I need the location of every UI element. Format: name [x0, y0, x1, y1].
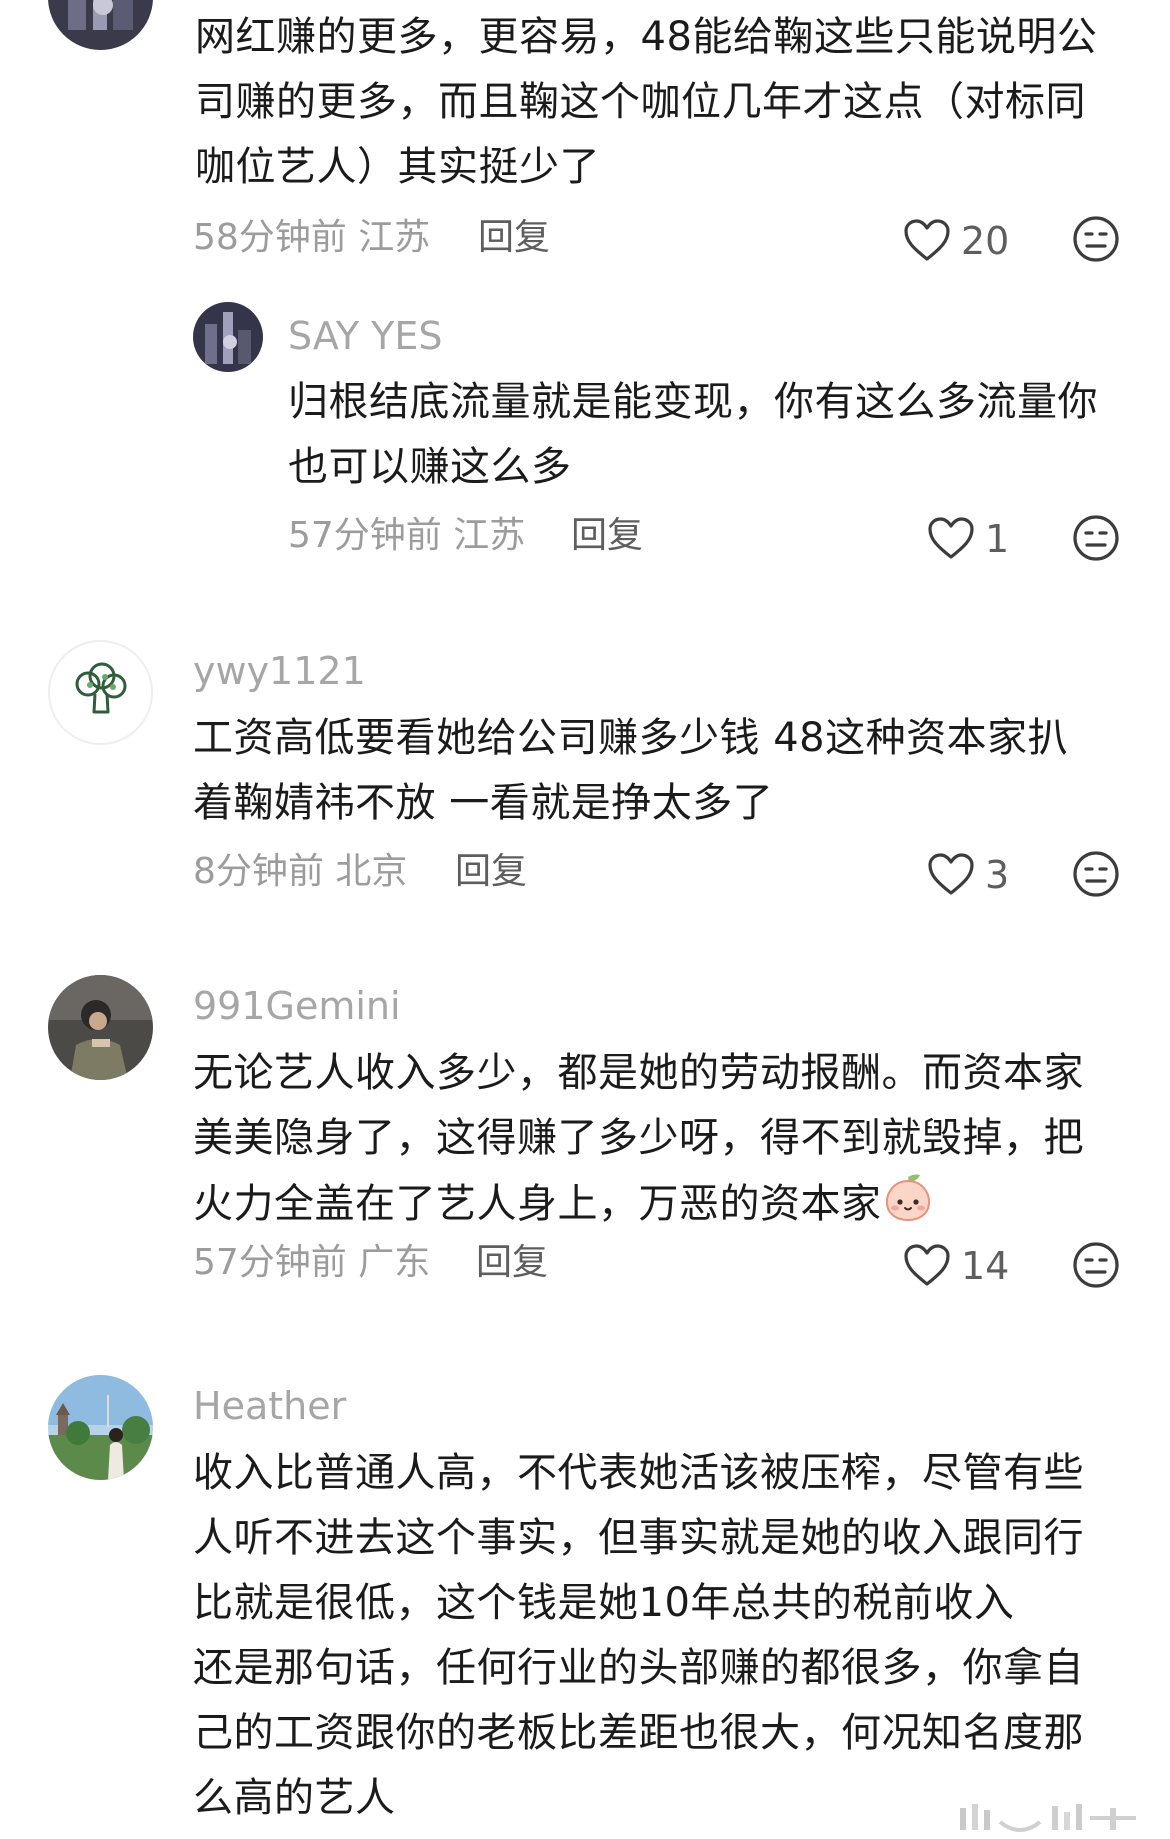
comment-text: 无论艺人收入多少，都是她的劳动报酬。而资本家 美美隐身了，这得赚了多少呀，得不到… [193, 1050, 1084, 1227]
comment-meta: 8分钟前 北京 [193, 851, 408, 892]
heart-outline-icon[interactable] [927, 516, 975, 560]
neutral-face-icon[interactable] [1072, 215, 1120, 263]
neutral-face-icon[interactable] [1072, 514, 1120, 562]
peach-emoji-icon [885, 1174, 930, 1222]
like-count: 3 [985, 853, 1010, 897]
comment-meta: 58分钟前 江苏 [193, 217, 431, 258]
like-count: 14 [961, 1244, 1010, 1288]
username[interactable]: Heather [193, 1383, 346, 1429]
comment-content: 工资高低要看她给公司赚多少钱 48这种资本家扒 着鞠婧祎不放 一看就是挣太多了 [193, 715, 1069, 826]
person-photo-icon [48, 975, 153, 1080]
avatar[interactable] [48, 0, 153, 50]
watermark-logo [960, 1804, 1136, 1832]
username[interactable]: 991Gemini [193, 983, 401, 1029]
comment-meta: 57分钟前 江苏 [288, 515, 526, 556]
avatar[interactable] [48, 975, 153, 1080]
dark-city-icon [48, 0, 153, 50]
comment-content: 无论艺人收入多少，都是她的劳动报酬。而资本家 美美隐身了，这得赚了多少呀，得不到… [193, 1041, 1138, 1237]
broccoli-icon [50, 642, 151, 743]
landscape-photo-icon [48, 1375, 153, 1480]
reply-button[interactable]: 回复 [476, 1240, 548, 1286]
reply-button[interactable]: 回复 [455, 849, 527, 895]
avatar[interactable] [48, 1375, 153, 1480]
dark-city-icon [193, 302, 263, 372]
like-count: 20 [961, 219, 1010, 263]
neutral-face-icon[interactable] [1072, 1241, 1120, 1289]
reply-button[interactable]: 回复 [478, 215, 550, 261]
comment-meta: 57分钟前 广东 [193, 1242, 431, 1283]
heart-outline-icon[interactable] [903, 218, 951, 262]
comment-content: 归根结底流量就是能变现，你有这么多流量你 也可以赚这么多 [288, 379, 1098, 490]
heart-outline-icon[interactable] [927, 852, 975, 896]
heart-outline-icon[interactable] [903, 1243, 951, 1287]
avatar[interactable] [193, 302, 263, 372]
username[interactable]: ywy1121 [193, 648, 366, 694]
like-count: 1 [985, 517, 1010, 561]
username[interactable]: SAY YES [288, 313, 443, 359]
comment-content: 收入比普通人高，不代表她活该被压榨，尽管有些 人听不进去这个事实，但事实就是她的… [193, 1450, 1084, 1821]
neutral-face-icon[interactable] [1072, 850, 1120, 898]
reply-button[interactable]: 回复 [571, 513, 643, 559]
avatar[interactable] [48, 640, 153, 745]
comment-content: 网红赚的更多，更容易，48能给鞠这些只能说明公 司赚的更多，而且鞠这个咖位几年才… [195, 14, 1098, 190]
